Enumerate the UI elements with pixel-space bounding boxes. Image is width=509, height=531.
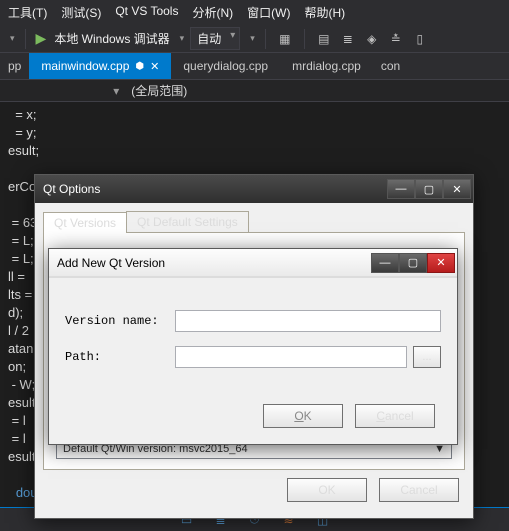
tab-querydialog[interactable]: querydialog.cpp (171, 53, 280, 79)
separator (25, 29, 26, 49)
minimize-button[interactable]: — (371, 253, 399, 273)
cancel-button[interactable]: Cancel (379, 478, 459, 502)
config-dropdown-icon[interactable]: ▾ (10, 33, 15, 44)
scope-bar: ▾ (全局范围) (0, 80, 509, 102)
tab-mainwindow[interactable]: mainwindow.cpp ⬢ ✕ (29, 53, 171, 79)
scope-dropdown-icon[interactable]: ▾ (107, 84, 125, 98)
qt-options-buttons: OK Cancel (43, 470, 465, 510)
toolbar-icon-3[interactable]: ≣ (339, 30, 357, 48)
menu-analyze[interactable]: 分析(N) (192, 4, 233, 21)
path-label: Path: (65, 350, 175, 364)
add-qt-version-title: Add New Qt Version (57, 256, 371, 270)
separator (304, 29, 305, 49)
toolbar-icon-6[interactable]: ▯ (411, 30, 429, 48)
menu-qtvstools[interactable]: Qt VS Tools (115, 4, 178, 21)
close-button[interactable]: ✕ (427, 253, 455, 273)
debug-target[interactable]: 本地 Windows 调试器 (54, 30, 169, 47)
browse-button[interactable]: ... (413, 346, 441, 368)
minimize-button[interactable]: — (387, 179, 415, 199)
qt-options-title: Qt Options (43, 182, 387, 196)
qt-options-tabs: Qt Versions Qt Default Settings (43, 211, 465, 233)
toolbar-icon-2[interactable]: ▤ (315, 30, 333, 48)
add-qt-version-titlebar[interactable]: Add New Qt Version — ▢ ✕ (49, 249, 457, 277)
tab-overflow-left[interactable]: pp (0, 53, 29, 79)
toolbar-icon-4[interactable]: ◈ (363, 30, 381, 48)
play-icon[interactable]: ▶ (36, 30, 47, 47)
tab-mrdialog[interactable]: mrdialog.cpp (280, 53, 373, 79)
tab-qt-versions[interactable]: Qt Versions (43, 212, 127, 233)
close-icon[interactable]: ✕ (150, 60, 159, 73)
add-qt-version-body: Version name: Path: ... OK Cancel (49, 277, 457, 444)
separator (265, 29, 266, 49)
qt-options-titlebar[interactable]: Qt Options — ▢ ✕ (35, 175, 473, 203)
ok-button[interactable]: OK (263, 404, 343, 428)
cancel-button[interactable]: Cancel (355, 404, 435, 428)
version-name-label: Version name: (65, 314, 175, 328)
version-name-input[interactable] (175, 310, 441, 332)
extra-dropdown-icon[interactable]: ▾ (250, 33, 255, 44)
maximize-button[interactable]: ▢ (415, 179, 443, 199)
toolbar: ▾ ▶ 本地 Windows 调试器 ▾ 自动 ▾ ▦ ▤ ≣ ◈ ≛ ▯ (0, 25, 509, 53)
add-qt-version-dialog: Add New Qt Version — ▢ ✕ Version name: P… (48, 248, 458, 445)
menu-tools[interactable]: 工具(T) (8, 4, 47, 21)
document-tabs: pp mainwindow.cpp ⬢ ✕ querydialog.cpp mr… (0, 53, 509, 80)
maximize-button[interactable]: ▢ (399, 253, 427, 273)
version-name-row: Version name: (65, 310, 441, 332)
debug-dropdown-icon[interactable]: ▾ (180, 33, 185, 44)
toolbar-icon-5[interactable]: ≛ (387, 30, 405, 48)
tab-overflow-right[interactable]: con (373, 53, 408, 79)
path-row: Path: ... (65, 346, 441, 368)
tab-qt-default-settings[interactable]: Qt Default Settings (126, 211, 249, 232)
config-combo[interactable]: 自动 (190, 27, 240, 50)
menu-help[interactable]: 帮助(H) (304, 4, 345, 21)
menu-bar: 工具(T) 测试(S) Qt VS Tools 分析(N) 窗口(W) 帮助(H… (0, 0, 509, 25)
tab-label: mainwindow.cpp (41, 59, 129, 73)
add-qt-version-buttons: OK Cancel (65, 396, 441, 436)
close-button[interactable]: ✕ (443, 179, 471, 199)
path-input[interactable] (175, 346, 407, 368)
pin-icon[interactable]: ⬢ (135, 61, 144, 72)
menu-test[interactable]: 测试(S) (61, 4, 101, 21)
toolbar-icon-1[interactable]: ▦ (276, 30, 294, 48)
scope-label[interactable]: (全局范围) (125, 82, 187, 99)
ok-button[interactable]: OK (287, 478, 367, 502)
menu-window[interactable]: 窗口(W) (247, 4, 290, 21)
